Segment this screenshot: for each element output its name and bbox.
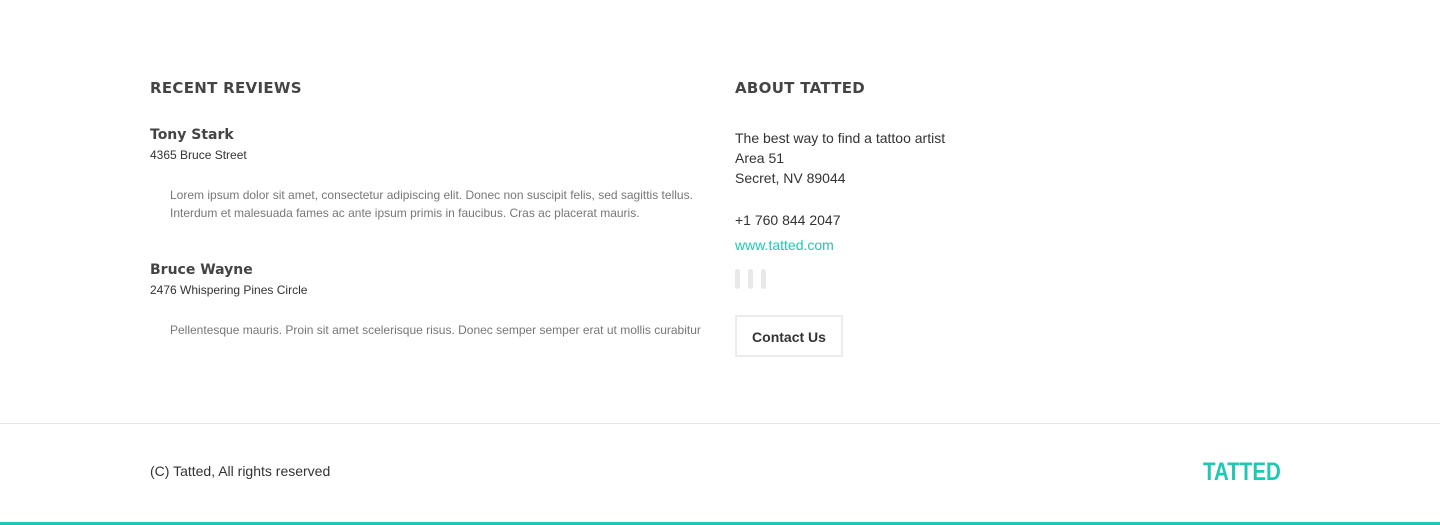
review-text: Pellentesque mauris. Proin sit amet scel… — [170, 323, 701, 337]
about-section: ABOUT TATTED The best way to find a tatt… — [735, 78, 1135, 357]
phone-number: +1 760 844 2047 — [735, 212, 841, 228]
about-details: The best way to find a tattoo artist Are… — [735, 128, 1135, 188]
social-icon[interactable] — [735, 269, 740, 289]
footer-logo[interactable]: TATTED — [1203, 458, 1281, 486]
page: RECENT REVIEWS Tony Stark 4365 Bruce Str… — [0, 0, 1440, 525]
about-title: ABOUT TATTED — [735, 79, 866, 97]
reviewer-name: Tony Stark — [150, 127, 234, 143]
address-line-1: Area 51 — [735, 150, 785, 166]
copyright-text: (C) Tatted, All rights reserved — [150, 463, 331, 479]
reviewer-address: 2476 Whispering Pines Circle — [150, 283, 308, 297]
contact-us-button[interactable]: Contact Us — [735, 315, 843, 357]
social-links — [735, 269, 1135, 289]
address-line-2: Secret, NV 89044 — [735, 170, 846, 186]
website-link[interactable]: www.tatted.com — [735, 235, 834, 255]
recent-reviews-section: RECENT REVIEWS Tony Stark 4365 Bruce Str… — [150, 78, 710, 339]
review-item: Bruce Wayne 2476 Whispering Pines Circle… — [150, 260, 710, 339]
review-item: Tony Stark 4365 Bruce Street Lorem ipsum… — [150, 125, 710, 222]
social-icon[interactable] — [748, 269, 753, 289]
footer-widgets: RECENT REVIEWS Tony Stark 4365 Bruce Str… — [0, 0, 1440, 423]
reviewer-address: 4365 Bruce Street — [150, 148, 247, 162]
bottom-footer: (C) Tatted, All rights reserved TATTED — [0, 424, 1440, 522]
about-tagline: The best way to find a tattoo artist — [735, 130, 946, 146]
social-icon[interactable] — [761, 269, 766, 289]
review-text: Lorem ipsum dolor sit amet, consectetur … — [170, 188, 693, 220]
recent-reviews-title: RECENT REVIEWS — [150, 79, 302, 97]
reviewer-name: Bruce Wayne — [150, 262, 253, 278]
